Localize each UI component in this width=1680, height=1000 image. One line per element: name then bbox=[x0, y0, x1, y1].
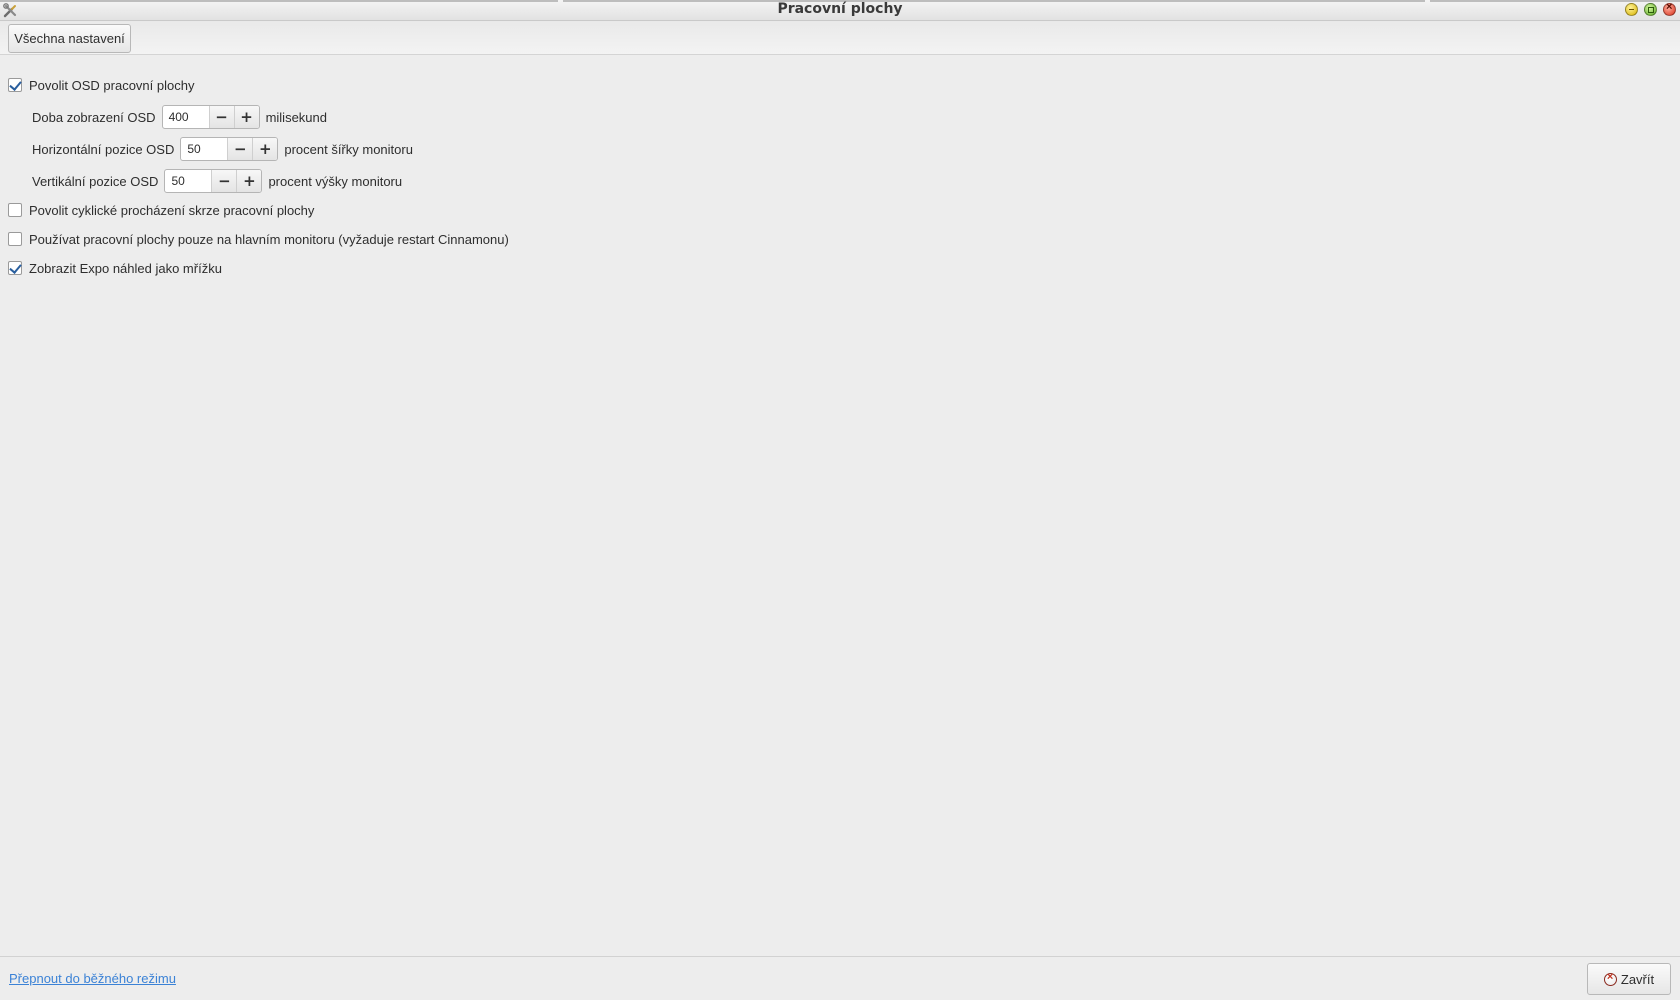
osd-duration-label: Doba zobrazení OSD bbox=[32, 109, 156, 125]
osd-horizontal-value[interactable]: 50 bbox=[181, 138, 229, 160]
osd-vertical-unit: procent výšky monitoru bbox=[268, 173, 403, 189]
cycle-enable-label: Povolit cyklické procházení skrze pracov… bbox=[29, 202, 315, 218]
osd-vertical-value[interactable]: 50 bbox=[165, 170, 213, 192]
osd-enable-row[interactable]: Povolit OSD pracovní plochy bbox=[8, 72, 194, 98]
osd-horizontal-spinner[interactable]: 50 − + bbox=[180, 137, 279, 161]
all-settings-button[interactable]: Všechna nastavení bbox=[8, 24, 131, 53]
settings-window: Pracovní plochy Všechna nastavení Povoli… bbox=[0, 0, 1680, 1000]
osd-horizontal-unit: procent šířky monitoru bbox=[284, 141, 413, 157]
decrement-button[interactable]: − bbox=[228, 138, 253, 160]
osd-duration-spinner[interactable]: 400 − + bbox=[161, 105, 260, 129]
osd-enable-checkbox[interactable] bbox=[8, 78, 22, 92]
title-bar[interactable]: Pracovní plochy bbox=[0, 0, 1680, 21]
decrement-button[interactable]: − bbox=[209, 106, 234, 128]
close-button-label: Zavřít bbox=[1620, 971, 1655, 987]
minimize-icon[interactable] bbox=[1625, 3, 1638, 16]
primary-only-label: Používat pracovní plochy pouze na hlavní… bbox=[29, 231, 509, 247]
footer: Přepnout do běžného režimu Zavřít bbox=[0, 956, 1680, 1000]
osd-duration-value[interactable]: 400 bbox=[163, 106, 210, 128]
switch-mode-link[interactable]: Přepnout do běžného režimu bbox=[9, 971, 176, 986]
cycle-enable-checkbox[interactable] bbox=[8, 203, 22, 217]
osd-enable-label: Povolit OSD pracovní plochy bbox=[29, 77, 195, 93]
primary-only-checkbox[interactable] bbox=[8, 232, 22, 246]
primary-only-row[interactable]: Používat pracovní plochy pouze na hlavní… bbox=[8, 226, 509, 252]
window-title: Pracovní plochy bbox=[777, 1, 903, 17]
expo-grid-checkbox[interactable] bbox=[8, 261, 22, 275]
osd-vertical-label: Vertikální pozice OSD bbox=[32, 173, 159, 189]
close-window-icon[interactable] bbox=[1663, 1, 1676, 16]
osd-horizontal-label: Horizontální pozice OSD bbox=[32, 141, 175, 157]
osd-duration-row: Doba zobrazení OSD 400 − + milisekund bbox=[32, 104, 327, 130]
close-button[interactable]: Zavřít bbox=[1587, 963, 1671, 995]
maximize-icon[interactable] bbox=[1644, 3, 1657, 16]
increment-button[interactable]: + bbox=[236, 170, 262, 192]
decrement-button[interactable]: − bbox=[212, 170, 237, 192]
expo-grid-row[interactable]: Zobrazit Expo náhled jako mřížku bbox=[8, 255, 222, 281]
expo-grid-label: Zobrazit Expo náhled jako mřížku bbox=[29, 260, 222, 276]
osd-duration-unit: milisekund bbox=[265, 109, 327, 125]
osd-horizontal-row: Horizontální pozice OSD 50 − + procent š… bbox=[32, 136, 413, 162]
close-icon bbox=[1603, 971, 1617, 986]
toolbar: Všechna nastavení bbox=[0, 21, 1680, 55]
cycle-enable-row[interactable]: Povolit cyklické procházení skrze pracov… bbox=[8, 197, 314, 223]
settings-content: Povolit OSD pracovní plochy Doba zobraze… bbox=[0, 55, 1680, 955]
increment-button[interactable]: + bbox=[252, 138, 278, 160]
increment-button[interactable]: + bbox=[233, 106, 259, 128]
osd-vertical-spinner[interactable]: 50 − + bbox=[164, 169, 263, 193]
osd-vertical-row: Vertikální pozice OSD 50 − + procent výš… bbox=[32, 168, 402, 194]
